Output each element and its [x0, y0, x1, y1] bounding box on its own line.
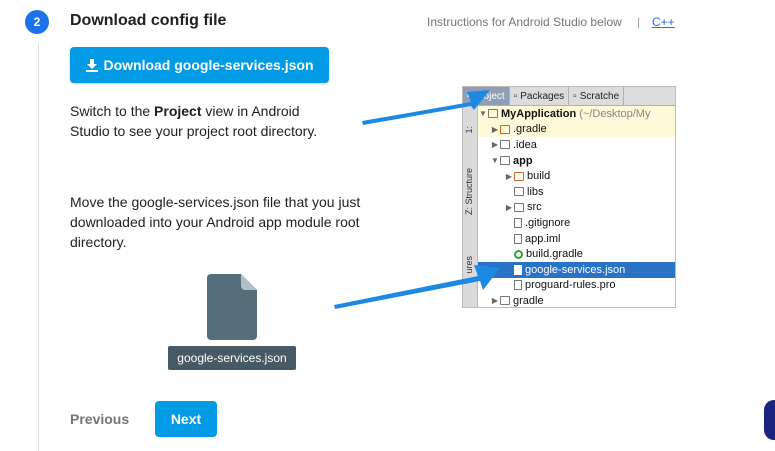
pointer-arrows: [334, 90, 500, 309]
corner-decoration: [764, 400, 775, 440]
arrow-to-google-services: [334, 265, 500, 309]
arrow-to-project-tab: [362, 90, 490, 125]
